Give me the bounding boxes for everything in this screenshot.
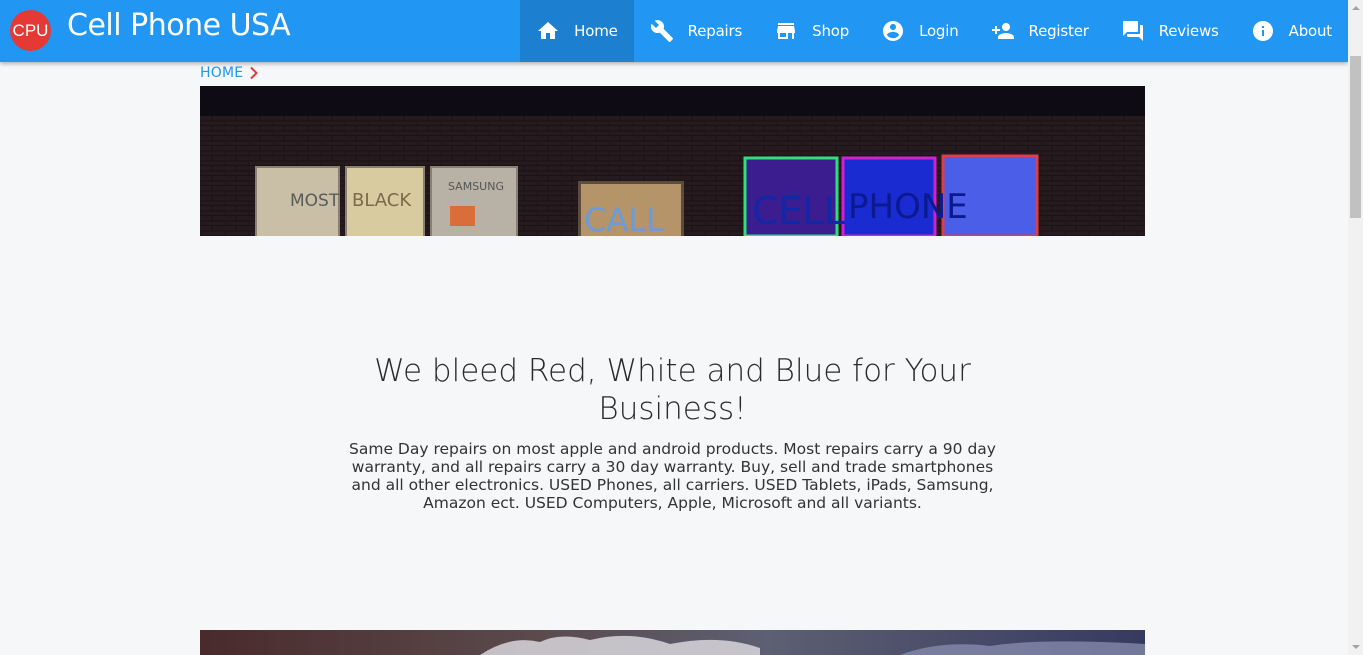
nav-login-label: Login xyxy=(919,22,959,40)
nav-register-label: Register xyxy=(1028,22,1089,40)
sign-cell: CELL xyxy=(752,189,845,233)
wrench-icon xyxy=(650,20,673,42)
nav-register[interactable]: Register xyxy=(975,0,1105,62)
nav-reviews-label: Reviews xyxy=(1158,22,1219,40)
page-scrollbar[interactable] xyxy=(1348,0,1363,655)
breadcrumb-home-link[interactable]: HOME xyxy=(200,65,243,81)
page-headline: We bleed Red, White and Blue for Your Bu… xyxy=(374,353,971,427)
nav-about-label: About xyxy=(1288,22,1333,40)
snow-scene-illustration xyxy=(200,630,1145,655)
nav-login[interactable]: Login xyxy=(865,0,974,62)
site-title[interactable]: Cell Phone USA xyxy=(67,8,291,43)
sign-call: CALL xyxy=(584,201,664,236)
page-description: Same Day repairs on most apple and andro… xyxy=(349,440,996,512)
nav-home[interactable]: Home xyxy=(520,0,634,62)
info-icon xyxy=(1252,21,1273,41)
chevron-right-icon xyxy=(250,66,259,80)
forum-icon xyxy=(1122,21,1143,41)
sign-phone: PHONE xyxy=(848,187,968,227)
scroll-thumb[interactable] xyxy=(1350,56,1361,218)
main-nav: Home Repairs Shop Login Register Reviews… xyxy=(520,0,1348,62)
breadcrumb: HOME xyxy=(200,65,259,81)
person-add-icon xyxy=(991,23,1014,39)
secondary-image xyxy=(200,630,1145,655)
scroll-up-arrow[interactable] xyxy=(1348,0,1363,15)
sign-most: MOST xyxy=(290,191,340,211)
logo[interactable]: CPU xyxy=(10,10,51,51)
nav-repairs[interactable]: Repairs xyxy=(634,0,758,62)
nav-about[interactable]: About xyxy=(1235,0,1348,62)
storefront-illustration: MOST BLACK SAMSUNG CALL CELL PHONE xyxy=(200,86,1145,236)
top-app-bar: CPU Cell Phone USA Home Repairs Shop Log… xyxy=(0,0,1348,62)
nav-repairs-label: Repairs xyxy=(687,22,743,40)
nav-shop[interactable]: Shop xyxy=(758,0,865,62)
nav-reviews[interactable]: Reviews xyxy=(1105,0,1235,62)
account-circle-icon xyxy=(883,21,904,41)
sign-black: BLACK xyxy=(352,190,412,211)
storefront-image: MOST BLACK SAMSUNG CALL CELL PHONE xyxy=(200,86,1145,236)
nav-shop-label: Shop xyxy=(812,22,850,40)
scroll-down-arrow[interactable] xyxy=(1348,640,1363,655)
nav-home-label: Home xyxy=(574,22,618,40)
store-icon xyxy=(777,23,796,39)
sign-samsung: SAMSUNG xyxy=(448,180,504,193)
home-icon xyxy=(538,22,559,39)
